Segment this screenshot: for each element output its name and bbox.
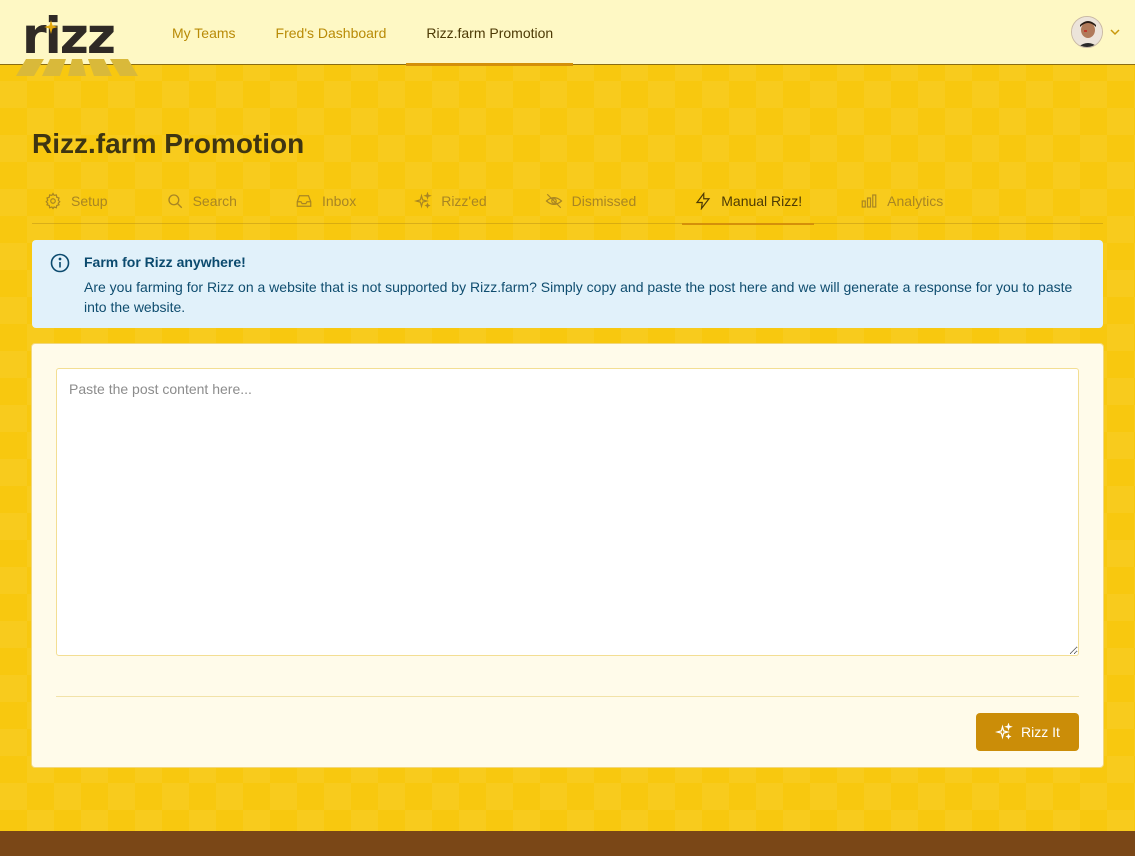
tab-analytics[interactable]: Analytics bbox=[848, 178, 955, 224]
chevron-down-icon bbox=[1110, 29, 1120, 36]
section-tabs: Setup Search Inbox Rizz'ed Dismissed Man… bbox=[32, 178, 1103, 225]
gear-icon bbox=[45, 192, 61, 210]
bar-chart-icon bbox=[861, 194, 877, 208]
inbox-icon bbox=[296, 195, 312, 207]
nav-freds-dashboard[interactable]: Fred's Dashboard bbox=[256, 0, 407, 65]
tab-label: Inbox bbox=[321, 193, 357, 209]
tab-manual-rizz[interactable]: Manual Rizz! bbox=[682, 178, 815, 225]
tab-inbox[interactable]: Inbox bbox=[283, 178, 368, 224]
tab-setup[interactable]: Setup bbox=[32, 178, 120, 224]
tab-label: Setup bbox=[71, 193, 108, 209]
user-avatar-icon bbox=[1072, 17, 1102, 47]
rizz-logo[interactable]: rizz bbox=[16, 7, 138, 76]
nav-rizz-farm-promotion[interactable]: Rizz.farm Promotion bbox=[406, 0, 574, 66]
user-menu[interactable] bbox=[1071, 16, 1121, 48]
top-navbar: rizz My Teams Fred's Dashboard Rizz.farm… bbox=[0, 0, 1135, 76]
tab-label: Search bbox=[192, 193, 237, 209]
logo-stripes-icon bbox=[16, 59, 138, 76]
nav-my-teams[interactable]: My Teams bbox=[152, 0, 256, 65]
rizz-it-button[interactable]: Rizz It bbox=[976, 713, 1079, 751]
tab-label: Manual Rizz! bbox=[721, 193, 803, 209]
alert-title: Farm for Rizz anywhere! bbox=[84, 254, 246, 270]
tab-search[interactable]: Search bbox=[154, 178, 249, 224]
bolt-icon bbox=[696, 192, 711, 210]
page-title: Rizz.farm Promotion bbox=[32, 128, 305, 159]
sparkles-icon bbox=[995, 723, 1013, 740]
rizz-it-label: Rizz It bbox=[1021, 724, 1060, 740]
search-icon bbox=[167, 194, 182, 209]
avatar[interactable] bbox=[1071, 16, 1103, 48]
eye-off-icon bbox=[545, 193, 563, 209]
manual-rizz-card: Rizz It bbox=[31, 343, 1104, 768]
alert-text: Are you farming for Rizz on a website th… bbox=[84, 279, 1073, 315]
tab-dismissed[interactable]: Dismissed bbox=[533, 178, 649, 224]
footer bbox=[0, 831, 1135, 856]
sparkles-icon bbox=[414, 192, 433, 209]
tab-label: Dismissed bbox=[571, 193, 637, 209]
main-nav: My Teams Fred's Dashboard Rizz.farm Prom… bbox=[152, 0, 574, 66]
tab-label: Analytics bbox=[887, 193, 944, 209]
sparkle-icon bbox=[44, 20, 58, 34]
info-icon bbox=[50, 253, 70, 273]
post-content-input[interactable] bbox=[56, 368, 1079, 656]
info-alert: Farm for Rizz anywhere! Are you farming … bbox=[32, 240, 1103, 328]
logo-text: rizz bbox=[22, 7, 116, 65]
divider bbox=[56, 696, 1079, 697]
tab-label: Rizz'ed bbox=[441, 193, 487, 209]
tab-rizzed[interactable]: Rizz'ed bbox=[402, 178, 498, 224]
